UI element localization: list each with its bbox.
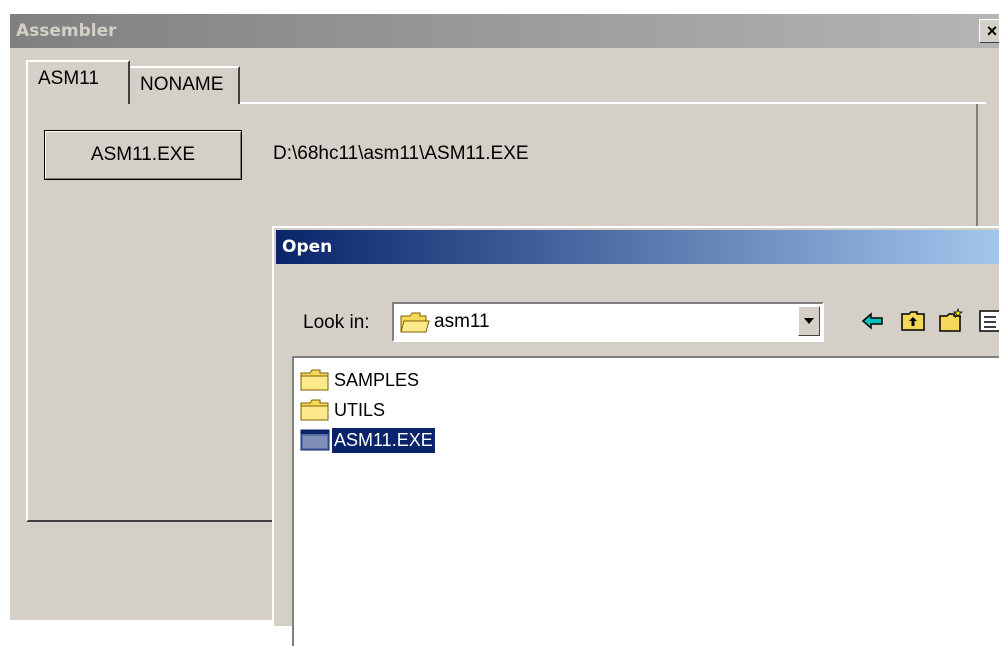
list-item-label: UTILS	[334, 399, 386, 420]
folder-icon	[300, 369, 329, 391]
up-folder-icon[interactable]	[900, 308, 926, 334]
tab-noname[interactable]: NONAME	[130, 66, 240, 104]
list-item-label: SAMPLES	[334, 369, 420, 390]
back-arrow-icon[interactable]	[860, 308, 886, 334]
tab-label: ASM11	[38, 68, 99, 89]
look-in-label: Look in:	[303, 312, 370, 333]
list-item-asm11-exe[interactable]: ASM11.EXE	[300, 426, 435, 454]
open-dialog-titlebar[interactable]: Open	[276, 230, 999, 264]
list-item-utils[interactable]: UTILS	[300, 396, 387, 424]
close-icon: ×	[986, 21, 998, 41]
look-in-dropdown[interactable]: asm11	[392, 302, 824, 342]
list-item-label: ASM11.EXE	[332, 427, 435, 453]
assembler-titlebar[interactable]: Assembler ×	[10, 14, 999, 48]
folder-icon	[400, 312, 430, 333]
new-folder-icon[interactable]	[938, 308, 964, 334]
view-menu-icon[interactable]	[978, 308, 999, 334]
open-dialog: Open Look in: asm11 SAMPLES UTILS ASM11.…	[272, 226, 999, 646]
exe-file-icon	[300, 429, 330, 451]
folder-icon	[300, 399, 329, 421]
close-button[interactable]: ×	[979, 19, 999, 43]
list-item-samples[interactable]: SAMPLES	[300, 366, 421, 394]
tab-label: NONAME	[140, 74, 224, 95]
look-in-dropdown-arrow[interactable]	[798, 306, 820, 336]
file-list[interactable]: SAMPLES UTILS ASM11.EXE	[292, 356, 999, 646]
open-dialog-title: Open	[282, 237, 333, 257]
asm11-exe-button[interactable]: ASM11.EXE	[44, 130, 242, 180]
look-in-value: asm11	[434, 311, 490, 332]
window-title: Assembler	[16, 21, 117, 41]
tab-asm11[interactable]: ASM11	[26, 60, 130, 104]
assembler-path-text: D:\68hc11\asm11\ASM11.EXE	[273, 143, 529, 164]
